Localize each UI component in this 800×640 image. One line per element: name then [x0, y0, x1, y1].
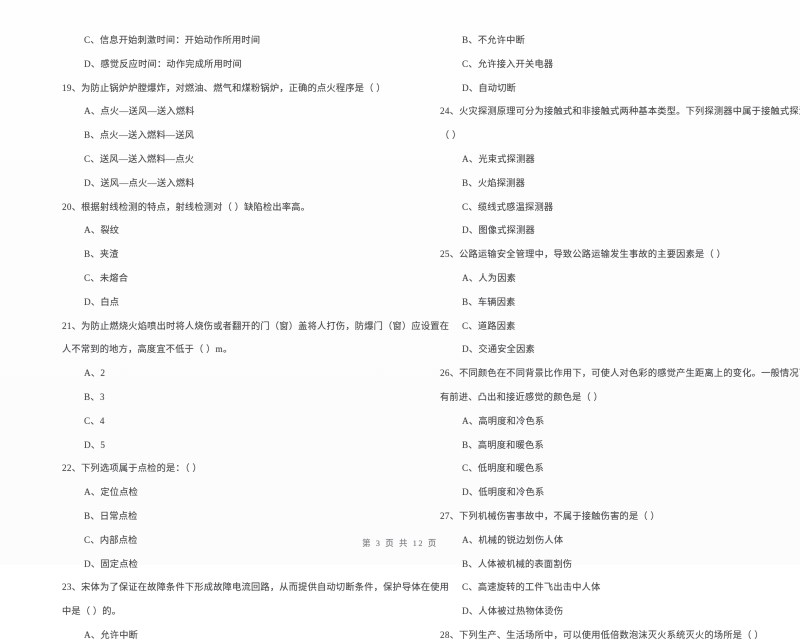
option-line: B、高明度和暖色系	[462, 439, 544, 450]
option-line: A、允许中断	[84, 629, 139, 640]
option-line: D、人体被过热物体烫伤	[462, 606, 564, 617]
option-line: B、火焰探测器	[462, 177, 526, 188]
question-line: 20、根据射线检测的特点，射线检测对（ ）缺陷检出率高。	[62, 201, 311, 212]
option-line: A、点火—送风—送入燃料	[84, 106, 195, 117]
option-line: A、高明度和冷色系	[462, 415, 545, 426]
option-line: B、人体被机械的表面割伤	[462, 558, 573, 569]
question-continuation-line: （ ）	[440, 130, 462, 141]
question-line: 21、为防止燃烧火焰喷出时将人烧伤或者翻开的门（窗）盖将人打伤，防爆门（窗）应设…	[62, 320, 450, 331]
option-line: D、感觉反应时间：动作完成所用时间	[84, 58, 242, 69]
question-line: 27、下列机械伤害事故中，不属于接触伤害的是（ ）	[440, 510, 660, 521]
question-line: 25、公路运输安全管理中，导致公路运输发生事故的主要因素是（ ）	[440, 249, 726, 260]
question-line: 22、下列选项属于点检的是：（ ）	[62, 463, 202, 474]
option-line: D、白点	[84, 296, 120, 307]
question-continuation-line: 人不常到的地方，高度宜不低于（ ）m。	[62, 344, 233, 355]
left-text-column: C、信息开始刺激时间：开始动作所用时间 D、感觉反应时间：动作完成所用时间 19、为…	[0, 35, 450, 639]
option-line: D、图像式探测器	[462, 225, 535, 236]
option-line: D、固定点检	[84, 558, 139, 569]
option-line: D、送风—点火—送入燃料	[84, 177, 195, 188]
scanned-page: C、信息开始刺激时间：开始动作所用时间 D、感觉反应时间：动作完成所用时间 19、为…	[0, 0, 800, 640]
option-line: A、裂纹	[84, 225, 120, 236]
question-continuation-line: 有前进、凸出和接近感觉的颜色是（ ）	[440, 391, 603, 402]
right-text-column: B、不允许中断 C、允许接入开关电器 D、自动切断 24、火灾探测原理可分为接触式和非…	[400, 35, 800, 639]
option-line: B、点火—送入燃料—送风	[84, 130, 195, 141]
question-line: 28、下列生产、生活场所中，可以使用低倍数泡沫灭火系统灭火的场所是（ ）	[440, 629, 764, 640]
option-line: C、信息开始刺激时间：开始动作所用时间	[84, 35, 261, 45]
option-line: C、道路因素	[462, 320, 516, 331]
option-line: D、自动切断	[462, 82, 517, 93]
option-line: C、未熔合	[84, 272, 129, 283]
two-column-body: C、信息开始刺激时间：开始动作所用时间 D、感觉反应时间：动作完成所用时间 19、为…	[0, 35, 800, 639]
option-line: C、缆线式感温探测器	[462, 201, 554, 212]
option-line: D、低明度和冷色系	[462, 487, 545, 498]
option-line: B、夹渣	[84, 249, 119, 260]
option-line: B、不允许中断	[462, 35, 526, 45]
option-line: C、允许接入开关电器	[462, 58, 554, 69]
page-footer: 第 3 页 共 12 页	[362, 539, 438, 548]
option-line: A、光束式探测器	[462, 153, 535, 164]
option-line: C、低明度和暖色系	[462, 463, 544, 474]
option-line: A、2	[84, 368, 106, 379]
option-line: B、3	[84, 391, 105, 402]
option-line: A、定位点检	[84, 487, 139, 498]
option-line: C、送风—送入燃料—点火	[84, 153, 195, 164]
question-line: 19、为防止锅炉炉膛爆炸，对燃油、燃气和煤粉锅炉，正确的点火程序是（ ）	[62, 82, 386, 93]
option-line: C、高速旋转的工件飞出击中人体	[462, 582, 601, 593]
question-line: 23、宋体为了保证在故障条件下形成故障电流回路，从而提供自动切断条件，保护导体在…	[62, 582, 450, 593]
question-line: 24、火灾探测原理可分为接触式和非接触式两种基本类型。下列探测器中属于接触式探测…	[440, 106, 800, 117]
option-line: D、交通安全因素	[462, 344, 535, 355]
option-line: C、4	[84, 415, 105, 426]
option-line: D、5	[84, 439, 106, 450]
option-line: B、车辆因素	[462, 296, 516, 307]
option-line: B、日常点检	[84, 510, 138, 521]
question-continuation-line: 中是（ ）的。	[62, 606, 122, 617]
option-line: A、人为因素	[462, 272, 517, 283]
question-line: 26、不同颜色在不同背景比作用下，可使人对色彩的感觉产生距离上的变化。一般情况下…	[440, 368, 800, 379]
